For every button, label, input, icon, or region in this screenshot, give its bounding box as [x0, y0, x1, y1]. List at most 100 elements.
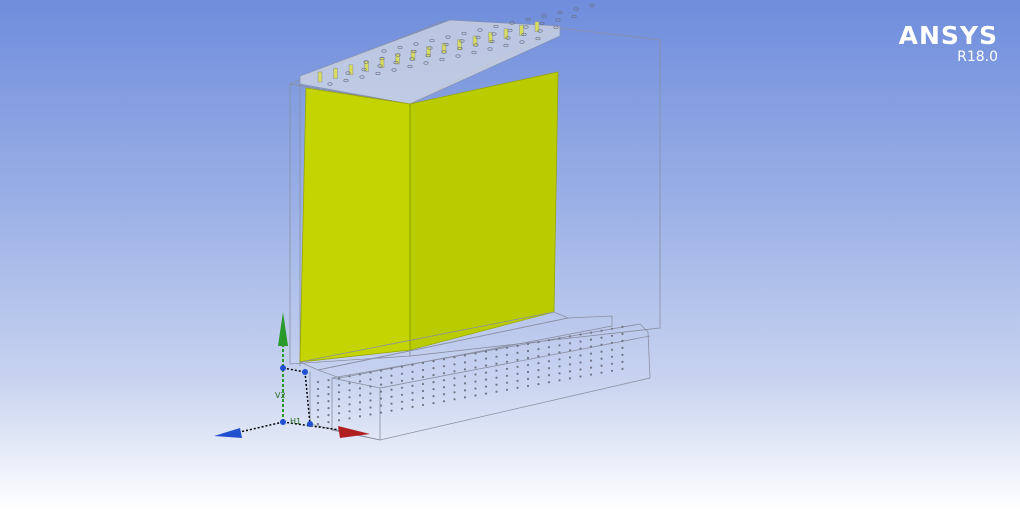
brand-name: ANSYS	[898, 21, 998, 50]
perforation	[453, 356, 456, 359]
perforation	[379, 390, 383, 393]
perforation	[537, 369, 540, 372]
perforation	[579, 375, 582, 378]
perforation	[484, 385, 488, 388]
perforation	[589, 366, 593, 369]
perforation	[421, 375, 425, 379]
perforation	[379, 404, 383, 407]
perforation	[474, 380, 477, 383]
perforation	[348, 417, 351, 420]
perforation	[316, 408, 320, 412]
perforation	[537, 341, 540, 344]
perforation	[505, 360, 509, 363]
perforation	[537, 362, 540, 365]
perforation	[358, 380, 362, 383]
perforation	[547, 353, 551, 356]
perforation	[327, 400, 330, 403]
perforation	[316, 394, 320, 398]
perforation	[400, 400, 404, 403]
perforation	[505, 374, 509, 377]
vertex-point[interactable]	[307, 421, 313, 427]
perforation	[610, 369, 614, 372]
hole	[573, 7, 579, 11]
graphics-viewport[interactable]: V2 H1 ANSYS R18.0	[0, 0, 1020, 511]
vertex-point[interactable]	[280, 365, 286, 371]
perforation	[327, 414, 330, 417]
perforation	[358, 394, 362, 397]
perforation	[516, 372, 519, 375]
perforation	[348, 403, 351, 406]
perforation	[621, 325, 624, 328]
perforation	[432, 395, 435, 398]
origin-point[interactable]	[280, 419, 286, 425]
perforation	[400, 379, 404, 382]
perforation	[558, 365, 561, 368]
perforation	[547, 360, 551, 363]
perforation	[337, 391, 341, 394]
perforation	[411, 384, 414, 387]
perforation	[390, 409, 393, 412]
perforation	[589, 338, 593, 341]
perforation	[495, 348, 498, 351]
z-axis-line	[239, 421, 284, 433]
perforation	[495, 376, 498, 379]
perforation	[421, 368, 425, 372]
sketch-line	[282, 367, 306, 373]
perforation	[453, 384, 456, 387]
perforation	[621, 346, 624, 349]
perforation	[358, 401, 362, 404]
perforation	[390, 374, 393, 377]
perforation	[358, 415, 362, 418]
perforation	[495, 383, 498, 386]
perforation	[348, 382, 351, 385]
hole	[555, 18, 561, 22]
perforation	[579, 354, 582, 357]
perforation	[610, 362, 614, 365]
perforation	[337, 419, 341, 422]
perforation	[432, 381, 435, 384]
perforation	[516, 365, 519, 368]
perforation	[379, 383, 383, 386]
perforation	[600, 336, 603, 339]
hole	[541, 14, 547, 18]
perforation	[484, 357, 488, 360]
perforation	[495, 369, 498, 372]
perforation	[337, 405, 341, 408]
hole	[539, 21, 545, 26]
vertex-point[interactable]	[302, 369, 308, 375]
perforation	[379, 397, 383, 400]
perforation	[432, 374, 435, 377]
perforation	[568, 349, 572, 352]
perforation	[474, 352, 477, 355]
perforation	[484, 392, 488, 395]
perforation	[579, 333, 582, 336]
perforation	[442, 400, 446, 403]
perforation	[589, 345, 593, 348]
perforation	[327, 421, 330, 424]
perforation	[358, 408, 362, 411]
perforation	[600, 343, 603, 346]
fin	[519, 24, 524, 36]
perforation	[358, 373, 362, 376]
perforation	[621, 360, 624, 363]
perforation	[390, 367, 393, 370]
y-axis-arrow-icon	[278, 312, 288, 346]
perforation	[568, 356, 572, 359]
perforation	[442, 358, 446, 361]
perforation	[547, 374, 551, 377]
perforation	[453, 377, 456, 380]
perforation	[453, 391, 456, 394]
perforation	[621, 332, 624, 335]
perforation	[432, 402, 435, 405]
perforation	[568, 377, 572, 380]
perforation	[610, 341, 614, 344]
perforation	[327, 386, 330, 389]
perforation	[421, 361, 425, 365]
perforation	[463, 354, 467, 357]
perforation	[400, 393, 404, 396]
perforation	[474, 366, 477, 369]
model-geometry[interactable]: V2 H1	[0, 0, 1020, 511]
v2-label: V2	[275, 391, 286, 400]
perforation	[589, 331, 593, 334]
perforation	[442, 379, 446, 382]
